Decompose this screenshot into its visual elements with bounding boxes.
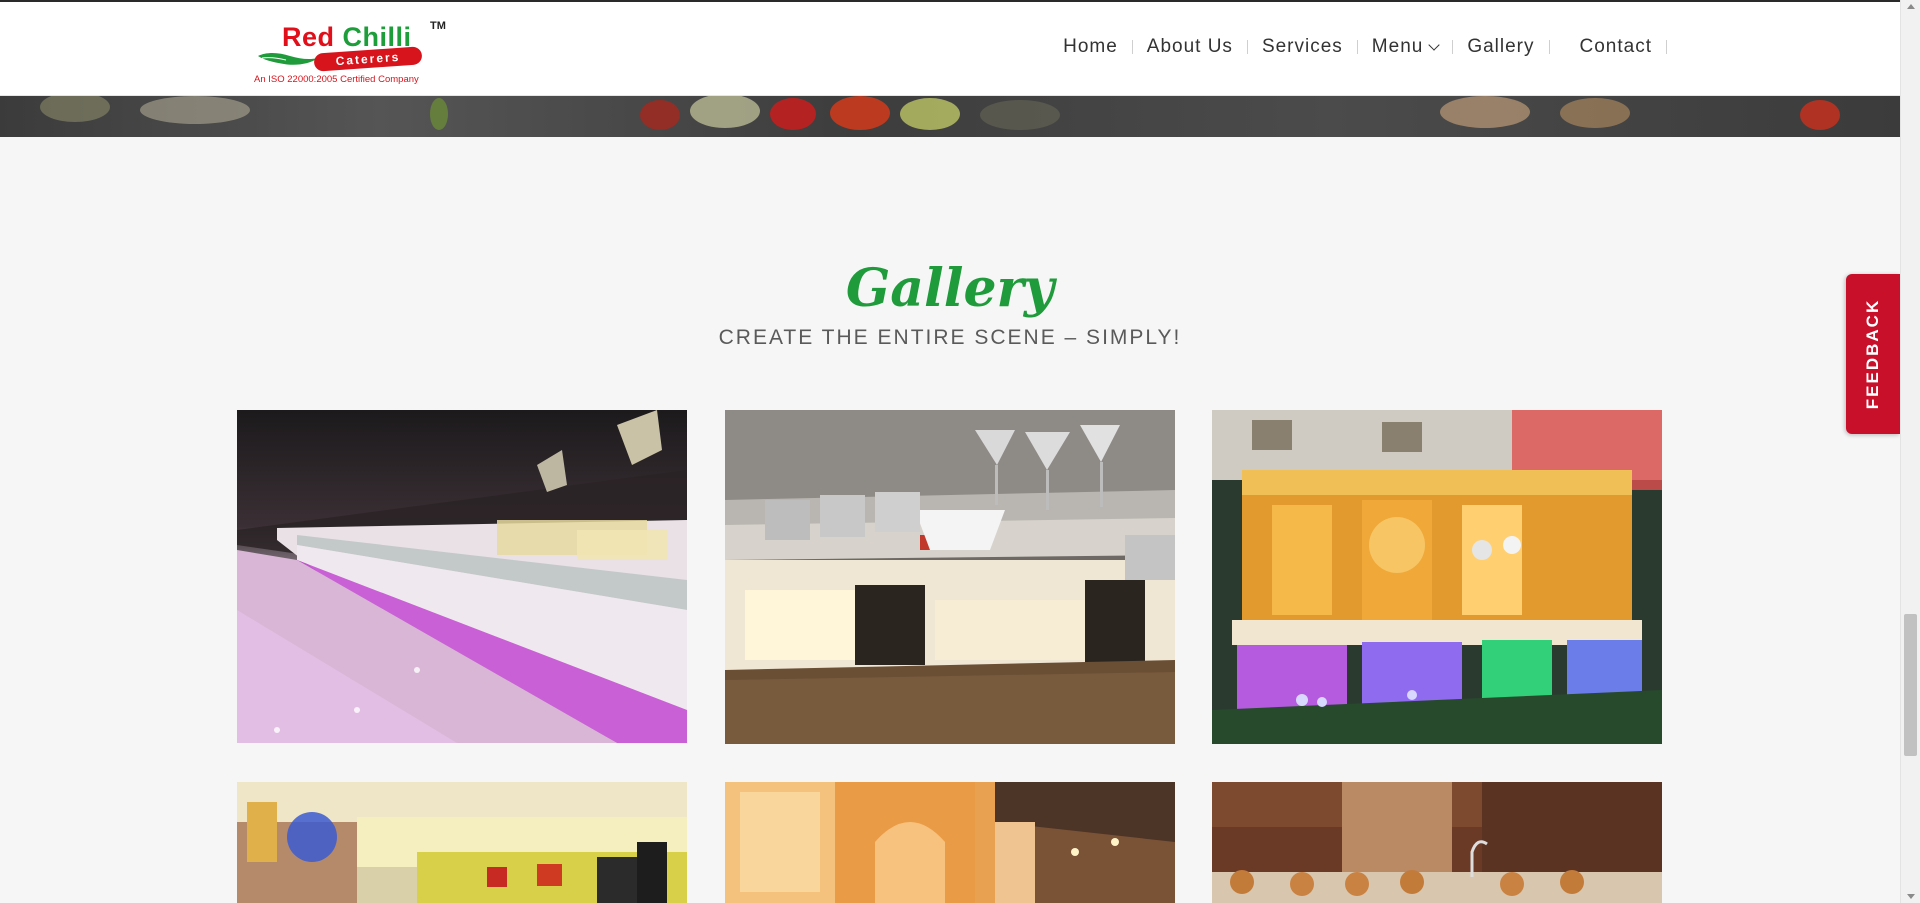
- site-logo[interactable]: Red Chilli TM Caterers An ISO 22000:2005…: [252, 20, 452, 88]
- nav-gallery-label: Gallery: [1467, 36, 1535, 57]
- hero-food-blur: [430, 98, 448, 130]
- nav-home[interactable]: Home: [1049, 36, 1132, 58]
- hero-food-blur: [1560, 98, 1630, 128]
- window-top-border: [0, 0, 1900, 2]
- logo-tagline: An ISO 22000:2005 Certified Company: [254, 74, 419, 85]
- logo-trademark: TM: [430, 20, 446, 32]
- nav-menu-label: Menu: [1371, 36, 1424, 57]
- chevron-down-icon: [1428, 38, 1440, 51]
- buffet-counter-purple-lights-photo: [237, 410, 687, 743]
- main-nav: Home About Us Services Menu Gallery Cont…: [1049, 36, 1667, 58]
- tent-buffet-yellow-lights-photo: [237, 782, 687, 903]
- nav-services-label: Services: [1261, 36, 1343, 57]
- gallery-title: Gallery: [845, 258, 1055, 319]
- nav-home-label: Home: [1063, 36, 1118, 57]
- gallery-photo-1[interactable]: [237, 410, 687, 743]
- gallery-photo-3[interactable]: [1212, 410, 1662, 744]
- nav-about-us[interactable]: About Us: [1133, 36, 1247, 58]
- hero-food-blur: [1440, 96, 1530, 128]
- hero-food-blur: [830, 96, 890, 130]
- hero-food-blur: [40, 96, 110, 122]
- nav-services[interactable]: Services: [1248, 36, 1357, 58]
- gallery-photo-5[interactable]: [725, 782, 1175, 903]
- scroll-down-arrow-icon[interactable]: [1907, 894, 1915, 899]
- hero-food-blur: [770, 98, 816, 130]
- scroll-up-arrow-icon[interactable]: [1907, 4, 1915, 9]
- gallery-photo-4[interactable]: [237, 782, 687, 903]
- hero-food-blur: [900, 98, 960, 130]
- gallery-subtitle: CREATE THE ENTIRE SCENE – SIMPLY!: [718, 326, 1182, 349]
- feedback-tab[interactable]: FEEDBACK: [1846, 274, 1900, 434]
- nav-contact[interactable]: Contact: [1550, 36, 1666, 58]
- buffet-counter-martini-glasses-photo: [725, 410, 1175, 744]
- nav-about-us-label: About Us: [1146, 36, 1233, 57]
- copper-chafing-dishes-photo: [1212, 782, 1662, 903]
- nav-gallery[interactable]: Gallery: [1453, 36, 1548, 58]
- nav-separator: [1666, 40, 1667, 54]
- hero-food-blur: [1800, 100, 1840, 130]
- site-header: Red Chilli TM Caterers An ISO 22000:2005…: [0, 2, 1900, 96]
- hero-food-blur: [640, 100, 680, 130]
- hero-food-blur: [980, 100, 1060, 130]
- outdoor-buffet-golden-backdrop-photo: [1212, 410, 1662, 744]
- arched-hall-orange-photo: [725, 782, 1175, 903]
- gallery-photo-2[interactable]: [725, 410, 1175, 744]
- hero-banner-edge: [0, 96, 1900, 137]
- feedback-label: FEEDBACK: [1863, 298, 1882, 410]
- hero-food-blur: [690, 96, 760, 128]
- nav-menu[interactable]: Menu: [1358, 36, 1453, 58]
- chili-icon: [258, 53, 318, 65]
- nav-contact-label: Contact: [1579, 36, 1652, 57]
- gallery-photo-6[interactable]: [1212, 782, 1662, 903]
- page-scrollbar[interactable]: [1900, 0, 1920, 903]
- scrollbar-thumb[interactable]: [1904, 614, 1917, 756]
- hero-food-blur: [140, 96, 250, 124]
